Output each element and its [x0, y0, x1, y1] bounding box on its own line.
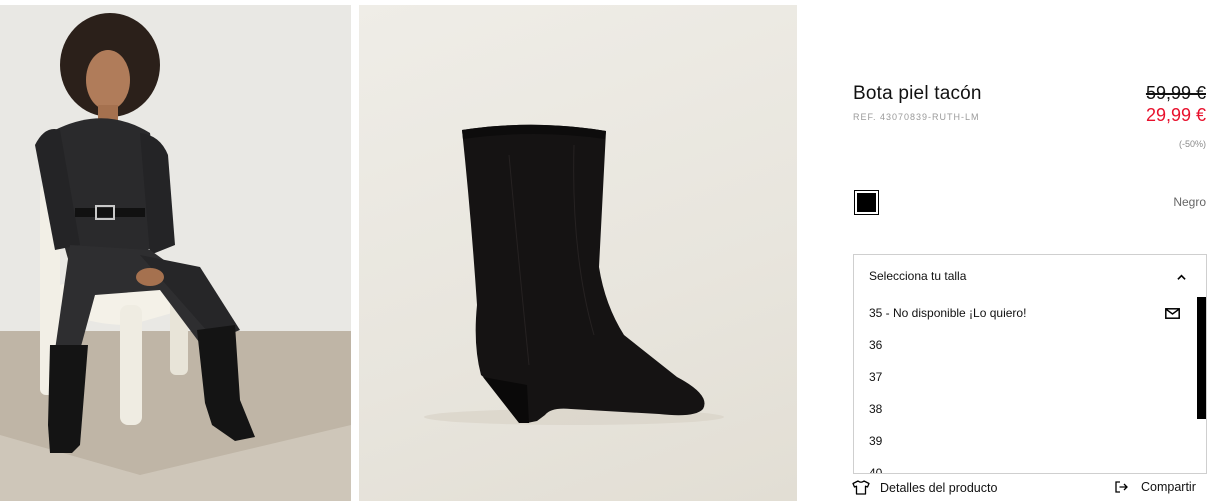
size-options-list[interactable]: 35 - No disponible ¡Lo quiero! 36 37 38 …	[854, 297, 1206, 474]
model-illustration	[0, 5, 351, 501]
boot-photo[interactable]	[359, 5, 797, 501]
mail-icon[interactable]	[1165, 308, 1180, 319]
product-reference: REF. 43070839-RUTH-LM	[853, 112, 980, 122]
original-price: 59,99 €	[1145, 83, 1206, 103]
size-list-scrollbar[interactable]	[1197, 297, 1206, 419]
color-name: Negro	[1173, 195, 1206, 209]
size-option-37[interactable]: 37	[854, 361, 1206, 393]
size-selector[interactable]: Selecciona tu talla 35 - No disponible ¡…	[853, 254, 1207, 474]
share-link[interactable]: Compartir	[1115, 480, 1196, 494]
size-option-40[interactable]: 40	[854, 457, 1206, 474]
product-title: Bota piel tacón	[853, 83, 982, 104]
product-details-label: Detalles del producto	[880, 480, 998, 495]
tshirt-icon	[852, 480, 870, 495]
size-option-label: 40	[869, 466, 883, 474]
size-selector-label[interactable]: Selecciona tu talla	[869, 269, 966, 283]
color-swatch-black[interactable]	[854, 190, 879, 215]
size-option-label: 36	[869, 338, 883, 352]
boot-illustration	[424, 124, 724, 425]
size-option-38[interactable]: 38	[854, 393, 1206, 425]
size-option-39[interactable]: 39	[854, 425, 1206, 457]
product-details-link[interactable]: Detalles del producto	[852, 480, 997, 495]
size-option-36[interactable]: 36	[854, 329, 1206, 361]
size-option-label: 39	[869, 434, 883, 448]
size-option-35[interactable]: 35 - No disponible ¡Lo quiero!	[854, 297, 1206, 329]
discount-badge: (-50%)	[1178, 139, 1206, 149]
size-option-label: 38	[869, 402, 883, 416]
share-icon	[1115, 481, 1128, 493]
model-photo[interactable]	[0, 5, 351, 501]
sale-price: 29,99 €	[1145, 105, 1206, 125]
size-option-label: 37	[869, 370, 883, 384]
chevron-up-icon[interactable]	[1177, 273, 1186, 282]
size-option-label: 35 - No disponible ¡Lo quiero!	[869, 306, 1027, 320]
swatch-fill	[857, 193, 876, 212]
share-label: Compartir	[1141, 480, 1196, 494]
